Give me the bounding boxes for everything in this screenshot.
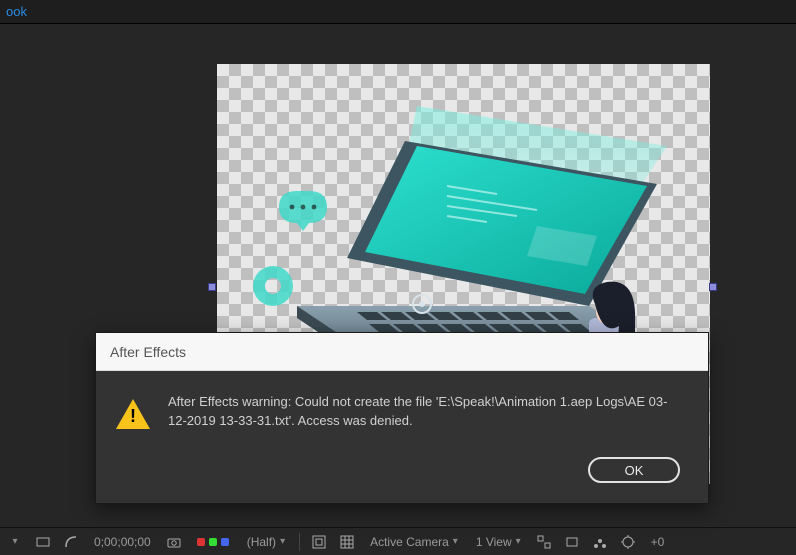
dialog-title-text: After Effects (110, 344, 186, 360)
pixel-aspect-icon[interactable] (563, 533, 581, 551)
resolution-box-icon[interactable] (34, 533, 52, 551)
camera-dropdown[interactable]: Active Camera ▾ (366, 535, 462, 549)
dialog-footer: OK (96, 447, 708, 503)
mask-path-icon[interactable] (62, 533, 80, 551)
fast-preview-icon[interactable] (591, 533, 609, 551)
timecode-display[interactable]: 0;00;00;00 (90, 535, 155, 549)
snapshot-icon[interactable] (165, 533, 183, 551)
dialog-message: After Effects warning: Could not create … (168, 393, 688, 431)
magnify-dropdown-icon[interactable]: ▾ (6, 533, 24, 551)
grid-toggle-icon[interactable] (338, 533, 356, 551)
resolution-label: (Half) (247, 535, 276, 549)
selection-handle-right[interactable] (709, 283, 717, 291)
selection-handle-left[interactable] (208, 283, 216, 291)
resolution-dropdown[interactable]: (Half) ▾ (243, 535, 289, 549)
camera-label: Active Camera (370, 535, 449, 549)
view-label: 1 View (476, 535, 512, 549)
viewer-footer-bar: ▾ 0;00;00;00 (Half) ▾ Active Camera ▾ 1 … (0, 527, 796, 555)
timecode-value: 0;00;00;00 (94, 535, 151, 549)
menu-item-partial[interactable]: ook (6, 4, 27, 19)
view-dropdown[interactable]: 1 View ▾ (472, 535, 525, 549)
exposure-icon[interactable] (619, 533, 637, 551)
dialog-body: ! After Effects warning: Could not creat… (96, 371, 708, 447)
top-menu-bar: ook (0, 0, 796, 24)
picker-icon[interactable] (535, 533, 553, 551)
dialog-title-bar[interactable]: After Effects (96, 333, 708, 371)
ok-button[interactable]: OK (588, 457, 680, 483)
warning-icon: ! (116, 397, 150, 431)
exposure-readout: +0 (651, 535, 665, 549)
divider (299, 533, 300, 551)
region-toggle-icon[interactable] (310, 533, 328, 551)
exposure-value[interactable]: +0 (647, 535, 669, 549)
warning-dialog: After Effects ! After Effects warning: C… (95, 332, 709, 504)
channel-toggles[interactable] (193, 538, 233, 546)
